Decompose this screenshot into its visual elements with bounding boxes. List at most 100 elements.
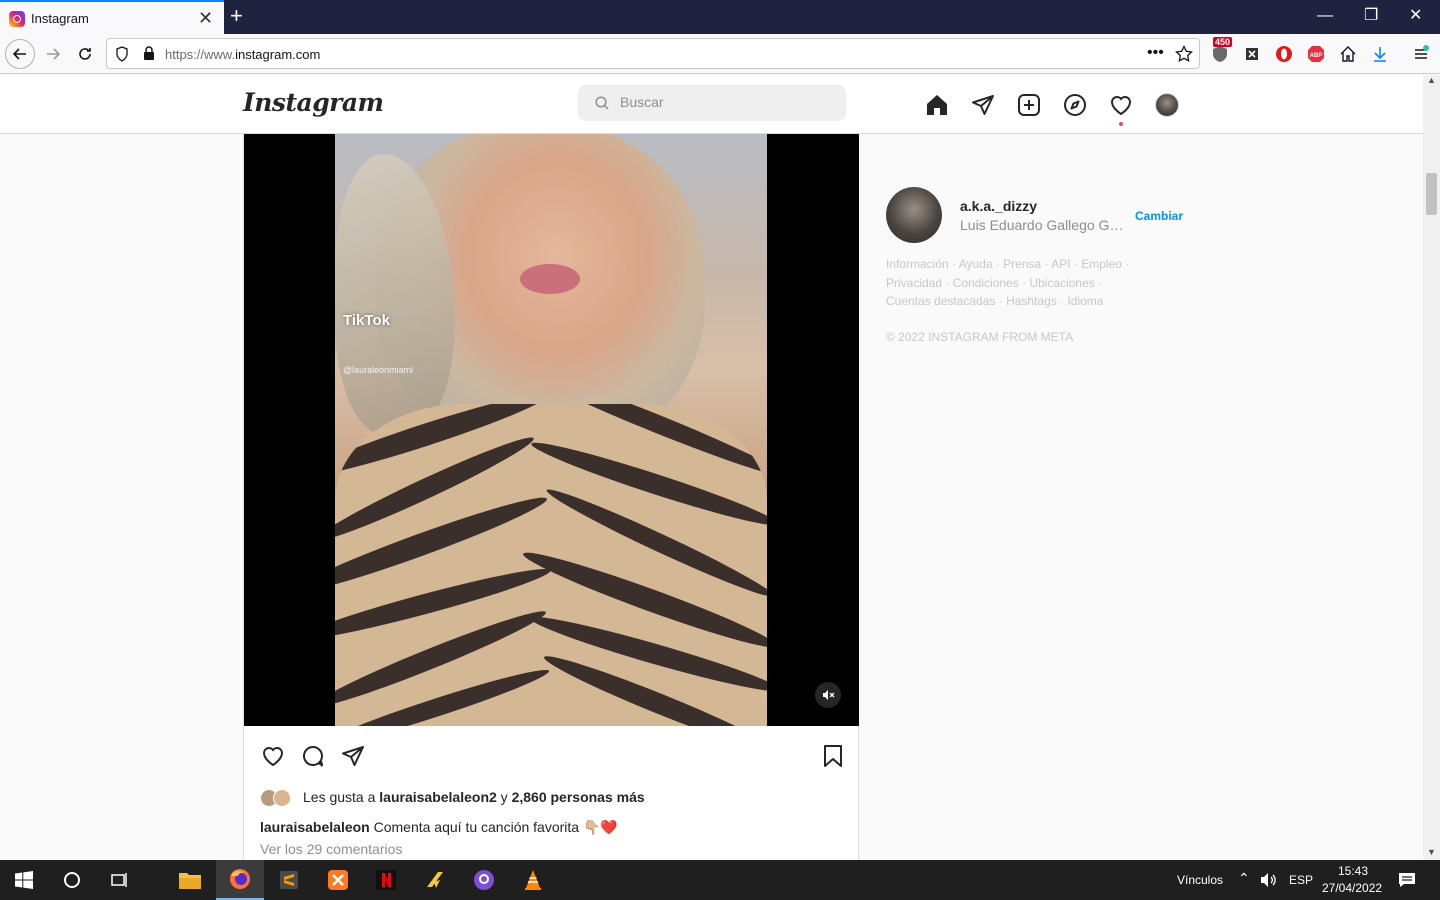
reload-button[interactable] — [70, 39, 100, 69]
clock-date[interactable]: 27/04/2022 — [1322, 881, 1382, 895]
minimize-button[interactable]: — — [1317, 6, 1333, 26]
liker-avatars — [260, 789, 300, 808]
sidebar-avatar[interactable] — [886, 187, 942, 243]
share-icon[interactable] — [340, 743, 366, 769]
back-button[interactable] — [5, 39, 35, 69]
instagram-page: Instagram Buscar TikTok @lauraleonmiami … — [0, 75, 1423, 860]
browser-tab-bar: Instagram ✕ + — ❐ ✕ — [0, 0, 1440, 34]
tab-instagram[interactable]: Instagram ✕ — [0, 0, 224, 34]
menu-icon[interactable] — [1410, 43, 1432, 65]
search-input[interactable] — [620, 94, 830, 110]
instagram-logo[interactable]: Instagram — [243, 88, 384, 117]
search-button[interactable] — [48, 860, 96, 900]
shield-icon[interactable] — [115, 46, 129, 62]
like-heart-icon[interactable] — [260, 743, 286, 769]
address-bar[interactable]: https://www.instagram.com ••• — [106, 38, 1200, 69]
video-frame: TikTok @lauraleonmiami — [335, 134, 767, 726]
sublime-text-taskbar[interactable] — [265, 860, 313, 900]
tiktok-handle: @lauraleonmiami — [343, 365, 414, 375]
comment-bubble-icon[interactable] — [300, 743, 326, 769]
github-desktop-taskbar[interactable] — [460, 860, 508, 900]
scroll-up-icon[interactable]: ▲ — [1427, 75, 1436, 85]
footer-line[interactable]: Privacidad · Condiciones · Ubicaciones · — [886, 274, 1186, 293]
switch-account-button[interactable]: Cambiar — [1135, 209, 1183, 223]
close-window-button[interactable]: ✕ — [1409, 6, 1422, 26]
file-explorer-taskbar[interactable] — [166, 860, 214, 900]
scroll-down-icon[interactable]: ▼ — [1427, 847, 1436, 857]
xampp-taskbar[interactable] — [314, 860, 362, 900]
forward-button[interactable] — [38, 39, 68, 69]
footer-line[interactable]: Información · Ayuda · Prensa · API · Emp… — [886, 255, 1186, 274]
extension-badge: 450 — [1213, 37, 1233, 47]
firefox-icon — [230, 869, 250, 889]
windows-taskbar: Vínculos ⌃ ESP 15:43 27/04/2022 — [0, 860, 1440, 900]
reload-icon — [79, 48, 91, 60]
avatar — [273, 789, 291, 808]
task-view-button[interactable] — [96, 860, 144, 900]
vlc-cone-icon — [525, 870, 541, 890]
downloads-icon[interactable] — [1369, 43, 1391, 65]
home-nav-icon[interactable] — [924, 92, 950, 118]
footer-links: Información · Ayuda · Prensa · API · Emp… — [886, 255, 1186, 311]
xampp-icon — [328, 870, 348, 890]
likes-count[interactable]: 2,860 personas más — [512, 789, 645, 805]
home-icon[interactable] — [1337, 43, 1359, 65]
adblock-plus-icon[interactable]: ABP — [1305, 43, 1327, 65]
search-box[interactable] — [578, 85, 846, 121]
new-post-icon[interactable] — [1016, 92, 1042, 118]
firefox-taskbar[interactable] — [216, 860, 264, 900]
page-scrollbar[interactable]: ▲ ▼ — [1423, 75, 1440, 860]
post-caption: lauraisabelaleon Comenta aquí tu canción… — [260, 819, 618, 836]
copyright: © 2022 INSTAGRAM FROM META — [886, 330, 1074, 344]
instagram-favicon-icon — [9, 11, 25, 27]
lock-icon[interactable] — [143, 46, 155, 61]
svg-text:ABP: ABP — [1310, 53, 1323, 59]
volume-icon[interactable] — [1260, 872, 1278, 888]
post-actions — [260, 743, 844, 771]
windows-logo-icon — [15, 871, 33, 889]
app-taskbar[interactable] — [411, 860, 459, 900]
show-hidden-icons-button[interactable]: ⌃ — [1238, 870, 1250, 887]
direct-message-icon[interactable] — [970, 92, 996, 118]
explore-compass-icon[interactable] — [1062, 92, 1088, 118]
tab-close-button[interactable]: ✕ — [198, 8, 213, 28]
netflix-taskbar[interactable] — [362, 860, 410, 900]
links-toolbar[interactable]: Vínculos — [1177, 873, 1223, 887]
action-center-icon[interactable] — [1398, 872, 1416, 888]
github-icon — [474, 870, 494, 890]
language-indicator[interactable]: ESP — [1289, 873, 1313, 887]
netflix-icon — [376, 870, 396, 890]
avatar — [1155, 93, 1179, 117]
footer-line[interactable]: Cuentas destacadas · Hashtags · Idioma — [886, 292, 1186, 311]
task-view-icon — [111, 873, 127, 887]
mute-button[interactable] — [815, 682, 841, 708]
view-comments-link[interactable]: Ver los 29 comentarios — [260, 841, 402, 857]
bookmark-star-icon[interactable] — [1175, 45, 1193, 63]
page-actions-icon[interactable]: ••• — [1147, 44, 1164, 62]
vlc-taskbar[interactable] — [509, 860, 557, 900]
save-bookmark-icon[interactable] — [820, 743, 846, 769]
extension-puzzle-icon[interactable] — [1241, 43, 1263, 65]
cortana-circle-icon — [64, 872, 80, 888]
opera-icon[interactable] — [1273, 43, 1295, 65]
sidebar-full-name: Luis Eduardo Gallego Gar... — [960, 217, 1130, 233]
activity-heart-icon[interactable] — [1108, 92, 1134, 118]
extension-privacy-icon[interactable]: 450 — [1209, 37, 1233, 65]
start-button[interactable] — [0, 860, 48, 900]
feed-post: TikTok @lauraleonmiami Les gusta a laura… — [243, 134, 859, 860]
caption-username[interactable]: lauraisabelaleon — [260, 819, 370, 835]
arrow-right-icon — [47, 48, 61, 60]
profile-avatar[interactable] — [1154, 92, 1180, 118]
clock-time[interactable]: 15:43 — [1338, 864, 1368, 878]
liker-username[interactable]: lauraisabelaleon2 — [379, 789, 497, 805]
zebra-top — [335, 404, 767, 726]
arrow-left-icon — [12, 48, 26, 60]
sidebar-username[interactable]: a.k.a._dizzy — [960, 198, 1037, 214]
restore-button[interactable]: ❐ — [1364, 6, 1378, 26]
sublime-icon — [280, 871, 298, 889]
scroll-thumb[interactable] — [1426, 173, 1437, 215]
post-video[interactable]: TikTok @lauraleonmiami — [244, 134, 859, 726]
likes-line: Les gusta a lauraisabelaleon2 y 2,860 pe… — [260, 789, 645, 808]
instagram-header: Instagram — [0, 75, 1423, 134]
new-tab-button[interactable]: + — [230, 4, 243, 28]
